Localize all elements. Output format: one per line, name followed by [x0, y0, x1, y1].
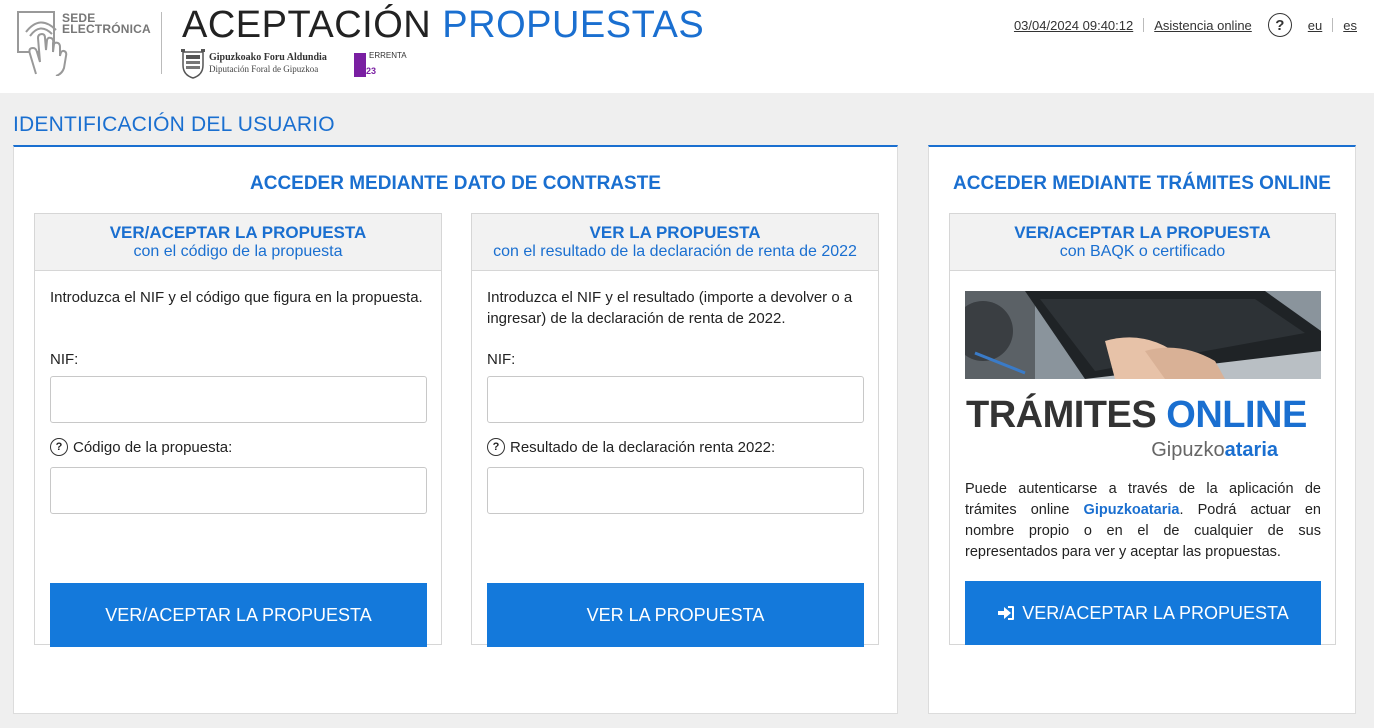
- shield-icon: [181, 49, 205, 79]
- tax-result-input[interactable]: [487, 467, 864, 514]
- sede-electronica-logo[interactable]: SEDE ELECTRÓNICA: [16, 10, 151, 76]
- panel-heading: ACCEDER MEDIANTE TRÁMITES ONLINE: [953, 173, 1331, 194]
- code-label-text: Código de la propuesta:: [73, 438, 233, 456]
- card-subtitle: con el resultado de la declaración de re…: [493, 243, 857, 260]
- button-label: VER/ACEPTAR LA PROPUESTA: [1022, 602, 1289, 623]
- tramites-online-logo: TRÁMITES ONLINE Gipuzkoataria: [966, 394, 1307, 465]
- title-part2: PROPUESTAS: [442, 4, 705, 46]
- code-label: ? Código de la propuesta:: [50, 438, 232, 456]
- logo-brand1: Gipuzko: [1151, 439, 1225, 461]
- view-accept-button[interactable]: VER/ACEPTAR LA PROPUESTA: [50, 583, 427, 647]
- gfa-name-es: Diputación Foral de Gipuzkoa: [209, 64, 319, 74]
- top-right-links: 03/04/2024 09:40:12 Asistencia online ? …: [1014, 12, 1357, 38]
- title-part1: ACEPTACIÓN: [182, 4, 432, 46]
- nif-input[interactable]: [50, 376, 427, 423]
- button-label: VER LA PROPUESTA: [586, 604, 765, 625]
- sede-text: SEDE ELECTRÓNICA: [62, 12, 151, 36]
- card-subtitle: con BAQK o certificado: [1059, 243, 1226, 260]
- question-circle-icon[interactable]: ?: [487, 438, 505, 456]
- logo-brand2: ataria: [1224, 439, 1278, 461]
- card-header: VER/ACEPTAR LA PROPUESTA con el código d…: [35, 214, 441, 271]
- card-title: VER LA PROPUESTA: [589, 223, 761, 242]
- card-intro: Introduzca el NIF y el resultado (import…: [487, 289, 853, 327]
- separator: [1143, 18, 1145, 32]
- panel-heading: ACCEDER MEDIANTE DATO DE CONTRASTE: [250, 173, 661, 194]
- separator: [1332, 18, 1334, 32]
- gipuzkoataria-wordmark: Gipuzkoataria: [1151, 439, 1278, 462]
- view-proposal-button[interactable]: VER LA PROPUESTA: [487, 583, 864, 647]
- proposal-code-input[interactable]: [50, 467, 427, 514]
- section-title: IDENTIFICACIÓN DEL USUARIO: [13, 113, 335, 136]
- card-header: VER LA PROPUESTA con el resultado de la …: [472, 214, 878, 271]
- result-label-text: Resultado de la declaración renta 2022:: [510, 438, 776, 456]
- proposal-code-card: VER/ACEPTAR LA PROPUESTA con el código d…: [34, 213, 442, 647]
- laptop-photo: [965, 291, 1321, 379]
- card-title: VER/ACEPTAR LA PROPUESTA: [109, 223, 367, 242]
- lang-es-link[interactable]: es: [1343, 18, 1357, 33]
- assistance-link[interactable]: Asistencia online: [1154, 18, 1252, 33]
- errenta-logo[interactable]: ERRENTA 2023: [354, 51, 414, 79]
- header-divider: [161, 12, 162, 74]
- help-symbol: ?: [1275, 16, 1285, 34]
- nif-label: NIF:: [487, 351, 516, 368]
- card-subtitle: con el código de la propuesta: [133, 243, 343, 260]
- lang-eu-link[interactable]: eu: [1308, 18, 1322, 33]
- logo-word2: ONLINE: [1166, 394, 1307, 436]
- sede-line2: ELECTRÓNICA: [62, 22, 151, 36]
- diputacion-logo[interactable]: Gipuzkoako Foru Aldundia Diputación Fora…: [181, 49, 341, 79]
- nif-input[interactable]: [487, 376, 864, 423]
- question-circle-icon[interactable]: ?: [1267, 13, 1292, 37]
- tax-result-card: VER LA PROPUESTA con el resultado de la …: [471, 213, 879, 647]
- tramites-online-wordmark: TRÁMITES ONLINE: [966, 394, 1307, 436]
- baqk-card: VER/ACEPTAR LA PROPUESTA con BAQK o cert…: [949, 213, 1336, 645]
- logo-word1: TRÁMITES: [966, 394, 1157, 436]
- sign-in-icon: [998, 606, 1015, 620]
- card-description: Puede autenticarse a través de la aplica…: [965, 479, 1321, 563]
- gfa-name-eu: Gipuzkoako Foru Aldundia: [209, 52, 327, 63]
- contrast-data-panel: ACCEDER MEDIANTE DATO DE CONTRASTE VER/A…: [13, 145, 898, 714]
- button-label: VER/ACEPTAR LA PROPUESTA: [105, 604, 372, 625]
- laptop-image: [965, 291, 1321, 379]
- nif-label: NIF:: [50, 351, 79, 368]
- card-header: VER/ACEPTAR LA PROPUESTA con BAQK o cert…: [950, 214, 1335, 271]
- errenta-label: ERRENTA: [369, 51, 407, 60]
- gipuzkoataria-link[interactable]: Gipuzkoataria: [1084, 502, 1180, 518]
- online-procedures-panel: ACCEDER MEDIANTE TRÁMITES ONLINE VER/ACE…: [928, 145, 1356, 714]
- page-header: SEDE ELECTRÓNICA ACEPTACIÓN PROPUESTAS G…: [0, 0, 1374, 93]
- online-view-accept-button[interactable]: VER/ACEPTAR LA PROPUESTA: [965, 581, 1321, 645]
- card-intro: Introduzca el NIF y el código que figura…: [50, 289, 423, 306]
- result-label: ? Resultado de la declaración renta 2022…: [487, 438, 775, 456]
- errenta-year: 2023: [356, 66, 377, 76]
- datetime: 03/04/2024 09:40:12: [1013, 17, 1134, 33]
- page-title: ACEPTACIÓN PROPUESTAS: [182, 4, 704, 46]
- card-title: VER/ACEPTAR LA PROPUESTA: [1014, 223, 1271, 242]
- question-circle-icon[interactable]: ?: [50, 438, 68, 456]
